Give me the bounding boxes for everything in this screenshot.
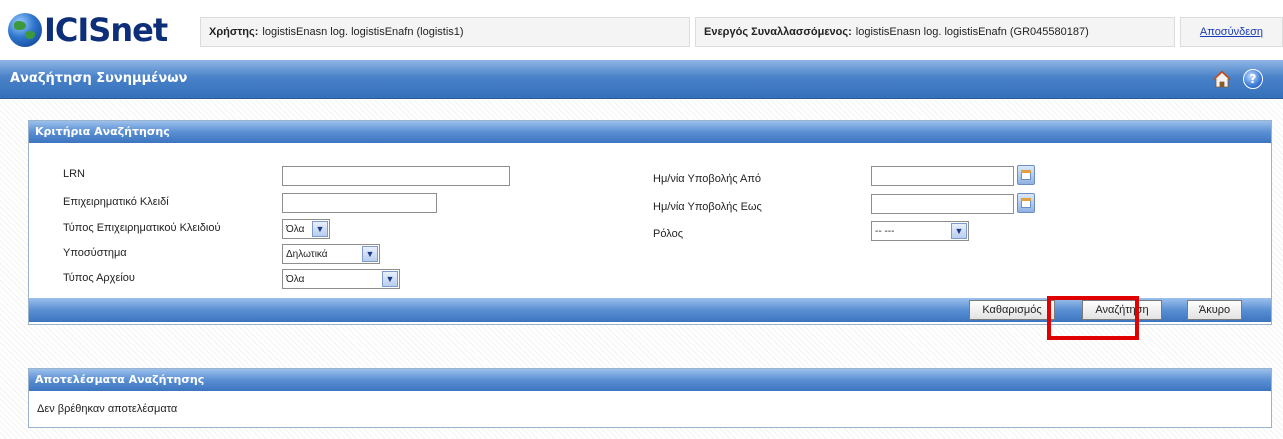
page-root: ICISnet Χρήστης: logistisEnasn log. logi… — [0, 0, 1283, 439]
business-key-label: Επιχειρηματικό Κλειδί — [63, 196, 169, 208]
logout-container: Αποσύνδεση — [1180, 17, 1283, 47]
user-value: logistisEnasn log. logistisEnafn (logist… — [262, 26, 464, 38]
cancel-button[interactable]: Άκυρο — [1187, 300, 1242, 320]
search-button-highlight — [1047, 296, 1139, 340]
trader-label: Ενεργός Συναλλασσόμενος: — [704, 26, 852, 38]
business-key-type-value: Όλα — [286, 223, 305, 235]
logo-text: ICISnet — [44, 11, 168, 49]
subsystem-select[interactable]: Δηλωτικά ▼ — [282, 244, 380, 264]
chevron-down-icon: ▼ — [362, 246, 378, 262]
user-label: Χρήστης: — [209, 26, 259, 38]
trader-info: Ενεργός Συναλλασσόμενος: logistisEnasn l… — [695, 17, 1175, 47]
chevron-down-icon: ▼ — [312, 221, 328, 237]
calendar-icon[interactable] — [1017, 193, 1035, 213]
globe-icon — [8, 13, 42, 47]
file-type-select[interactable]: Όλα ▼ — [282, 269, 400, 289]
icisnet-logo: ICISnet — [8, 11, 168, 49]
trader-value: logistisEnasn log. logistisEnafn (GR0455… — [855, 26, 1089, 38]
date-from-label: Ημ/νία Υποβολής Από — [653, 173, 762, 185]
home-icon[interactable] — [1213, 70, 1231, 88]
user-info: Χρήστης: logistisEnasn log. logistisEnaf… — [200, 17, 690, 47]
role-label: Ρόλος — [653, 228, 683, 240]
content-area: Κριτήρια Αναζήτησης LRN Επιχειρηματικό Κ… — [0, 100, 1283, 439]
date-to-label: Ημ/νία Υποβολής Εως — [653, 201, 762, 213]
date-to-input[interactable] — [871, 194, 1014, 214]
page-title: Αναζήτηση Συνημμένων — [10, 71, 188, 86]
role-select[interactable]: -- --- ▼ — [871, 221, 969, 241]
chevron-down-icon: ▼ — [382, 271, 398, 287]
lrn-label: LRN — [63, 168, 86, 180]
business-key-input[interactable] — [282, 193, 437, 213]
logout-link[interactable]: Αποσύνδεση — [1200, 26, 1263, 38]
business-key-type-label: Τύπος Επιχειρηματικού Κλειδιού — [63, 222, 221, 234]
calendar-icon[interactable] — [1017, 165, 1035, 185]
results-panel-title: Αποτελέσματα Αναζήτησης — [29, 369, 1271, 391]
top-header: ICISnet Χρήστης: logistisEnasn log. logi… — [0, 0, 1283, 56]
no-results-message: Δεν βρέθηκαν αποτελέσματα — [37, 403, 178, 415]
role-value: -- --- — [875, 225, 895, 237]
business-key-type-select[interactable]: Όλα ▼ — [282, 219, 330, 239]
date-from-input[interactable] — [871, 166, 1014, 186]
subsystem-value: Δηλωτικά — [286, 248, 328, 260]
clear-button[interactable]: Καθαρισμός — [969, 300, 1055, 320]
help-icon[interactable]: ? — [1243, 69, 1263, 89]
file-type-value: Όλα — [286, 273, 305, 285]
file-type-label: Τύπος Αρχείου — [63, 272, 135, 284]
subsystem-label: Υποσύστημα — [63, 247, 127, 259]
page-title-bar: Αναζήτηση Συνημμένων ? — [0, 60, 1283, 99]
search-criteria-panel: Κριτήρια Αναζήτησης LRN Επιχειρηματικό Κ… — [28, 120, 1272, 325]
chevron-down-icon: ▼ — [951, 223, 967, 239]
lrn-input[interactable] — [282, 166, 510, 186]
criteria-panel-title: Κριτήρια Αναζήτησης — [29, 121, 1271, 143]
search-results-panel: Αποτελέσματα Αναζήτησης Δεν βρέθηκαν απο… — [28, 368, 1272, 428]
